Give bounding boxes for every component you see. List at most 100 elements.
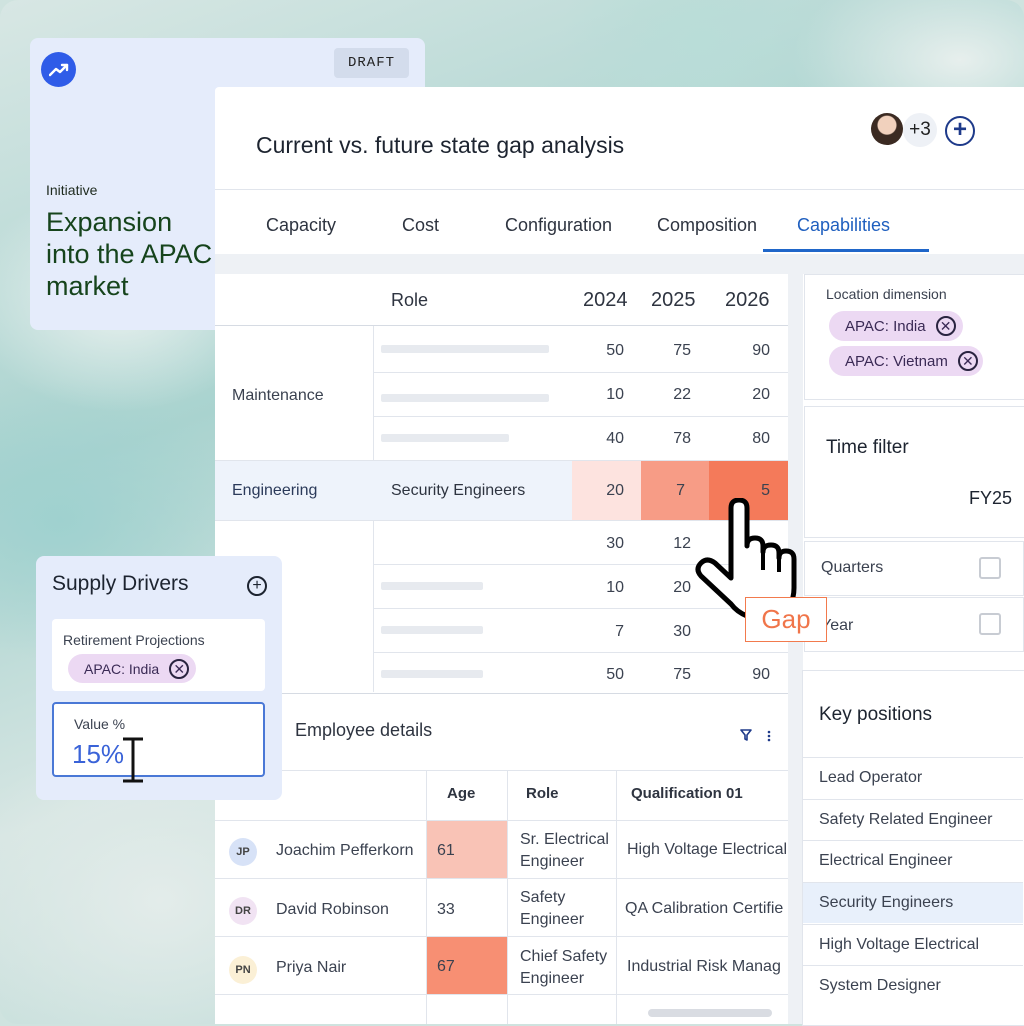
initiative-label: Initiative: [46, 182, 98, 198]
key-position-item[interactable]: Safety Related Engineer: [803, 799, 1023, 840]
tab-capabilities[interactable]: Capabilities: [797, 215, 890, 236]
location-label: Location dimension: [826, 286, 947, 302]
option-label: Quarters: [821, 559, 884, 576]
gap-callout: Gap: [745, 597, 827, 642]
employee-age: 33: [437, 901, 455, 918]
group-label-engineering: Engineering: [232, 482, 318, 499]
column-header-role[interactable]: Role: [391, 290, 428, 311]
time-filter-card: [804, 406, 1024, 538]
column-header-2025[interactable]: 2025: [651, 289, 696, 312]
table-cell: 50: [606, 342, 624, 359]
employee-role: Safety Engineer: [520, 889, 585, 928]
time-filter-option-quarters[interactable]: Quarters: [804, 541, 1024, 596]
supply-drivers-title: Supply Drivers: [52, 572, 189, 595]
employee-age: 61: [437, 842, 455, 859]
table-cell: 40: [606, 430, 624, 447]
table-cell: 20: [752, 386, 770, 403]
employee-role: Chief Safety Engineer: [520, 948, 608, 987]
group-label-maintenance: Maintenance: [232, 387, 324, 404]
add-collaborator-button[interactable]: +: [945, 116, 975, 146]
add-driver-button[interactable]: +: [247, 576, 267, 596]
text-cursor-icon: [119, 737, 147, 783]
employee-qualification: High Voltage Electrical: [627, 841, 788, 858]
employee-name[interactable]: Joachim Pefferkorn: [276, 842, 414, 860]
tab-composition[interactable]: Composition: [657, 215, 757, 236]
section-spacer: [215, 254, 1024, 274]
time-filter-option-year[interactable]: Year: [804, 597, 1024, 652]
table-cell: 90: [752, 666, 770, 683]
column-header-role[interactable]: Role: [526, 785, 559, 802]
remove-chip-icon[interactable]: ✕: [935, 316, 956, 336]
employee-details-title: Employee details: [295, 720, 433, 740]
column-divider: [507, 771, 508, 1024]
row-divider: [215, 693, 788, 694]
table-cell: 12: [673, 535, 691, 552]
divider: [215, 189, 1024, 190]
group-divider: [373, 520, 374, 692]
table-cell: 80: [752, 430, 770, 447]
remove-chip-icon[interactable]: ✕: [169, 658, 190, 679]
key-position-item[interactable]: High Voltage Electrical: [803, 924, 1023, 965]
value-input[interactable]: 15%: [72, 739, 124, 770]
more-collaborators-count[interactable]: +3: [903, 113, 937, 147]
table-cell: 20: [606, 482, 624, 499]
table-cell: 7: [615, 623, 624, 640]
tab-cost[interactable]: Cost: [402, 215, 439, 236]
checkbox[interactable]: [979, 557, 1001, 579]
table-cell: 90: [752, 342, 770, 359]
initiative-title: Expansion into the APAC market: [46, 207, 213, 301]
divider: [215, 994, 788, 995]
key-positions-title: Key positions: [819, 704, 933, 725]
horizontal-scrollbar[interactable]: [648, 1009, 772, 1017]
employee-name[interactable]: Priya Nair: [276, 959, 346, 977]
key-position-item[interactable]: Lead Operator: [803, 757, 1023, 798]
role-placeholder-bar: [381, 345, 549, 353]
table-cell: 75: [673, 666, 691, 683]
collaborator-avatar[interactable]: [871, 113, 903, 145]
employee-role: Sr. Electrical Engineer: [520, 831, 609, 870]
draft-badge: DRAFT: [334, 48, 409, 78]
location-chip-vietnam[interactable]: APAC: Vietnam ✕: [829, 346, 983, 376]
retirement-label: Retirement Projections: [63, 632, 205, 648]
table-cell: 7: [676, 482, 685, 499]
remove-chip-icon[interactable]: ✕: [957, 351, 978, 371]
employee-name[interactable]: David Robinson: [276, 901, 389, 919]
row-divider: [374, 372, 788, 373]
trending-up-icon: [41, 52, 76, 87]
table-cell: 10: [606, 386, 624, 403]
value-label: Value %: [74, 716, 126, 732]
role-security-engineers: Security Engineers: [391, 482, 526, 499]
table-cell: 78: [673, 430, 691, 447]
page-title: Current vs. future state gap analysis: [256, 132, 625, 158]
role-placeholder-bar: [381, 626, 483, 634]
role-placeholder-bar: [381, 434, 509, 442]
column-header-age[interactable]: Age: [447, 785, 475, 802]
table-cell: 22: [673, 386, 691, 403]
chip-label: APAC: India: [84, 660, 160, 677]
more-options-icon[interactable]: [766, 729, 772, 742]
column-header-2026[interactable]: 2026: [725, 289, 770, 312]
table-cell: 50: [606, 666, 624, 683]
column-header-qualification[interactable]: Qualification 01: [631, 785, 743, 802]
time-filter-value[interactable]: FY25: [969, 488, 1012, 509]
role-placeholder-bar: [381, 670, 483, 678]
table-cell: 30: [606, 535, 624, 552]
location-chip-india[interactable]: APAC: India ✕: [829, 311, 963, 341]
tab-capacity[interactable]: Capacity: [266, 215, 336, 236]
group-divider: [373, 326, 374, 460]
tab-configuration[interactable]: Configuration: [505, 215, 612, 236]
table-cell: 30: [673, 623, 691, 640]
column-header-2024[interactable]: 2024: [583, 289, 628, 312]
column-divider: [616, 771, 617, 1024]
retirement-chip-india[interactable]: APAC: India ✕: [68, 654, 196, 683]
chip-label: APAC: Vietnam: [845, 352, 948, 370]
header-divider: [215, 325, 788, 326]
key-position-item-selected[interactable]: Security Engineers: [803, 882, 1023, 923]
key-position-item[interactable]: System Designer: [803, 965, 1023, 1006]
filter-icon[interactable]: [740, 728, 752, 741]
employee-qualification: Industrial Risk Manag: [627, 958, 781, 975]
key-position-item[interactable]: Electrical Engineer: [803, 840, 1023, 881]
divider: [215, 770, 788, 771]
checkbox[interactable]: [979, 613, 1001, 635]
active-tab-indicator: [763, 249, 929, 252]
